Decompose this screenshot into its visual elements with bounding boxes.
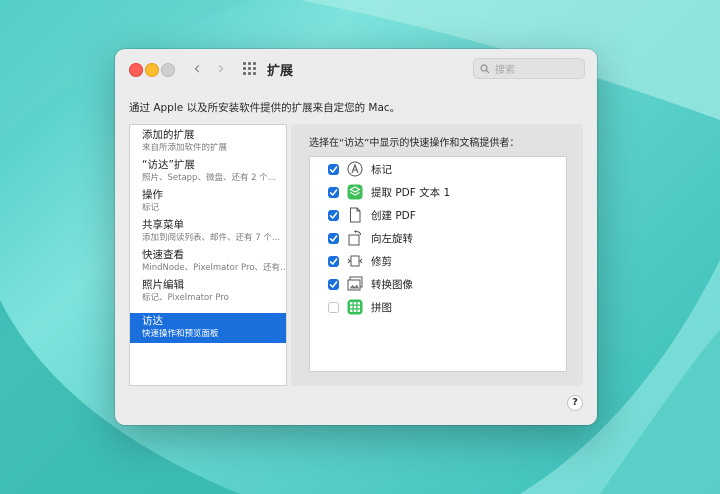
sidebar-item[interactable]: “访达”扩展照片、Setapp、微盘、还有 2 个…: [130, 157, 286, 187]
sidebar-item-title: 操作: [142, 189, 163, 201]
sidebar-item-title: 访达: [142, 315, 163, 327]
zoom-button[interactable]: [161, 63, 175, 77]
sidebar-item-subtitle: 来自所添加软件的扩展: [142, 143, 228, 153]
sidebar-item-title: 添加的扩展: [142, 129, 195, 141]
extension-row[interactable]: 创建 PDF: [310, 204, 566, 226]
extension-label: 提取 PDF 文本 1: [371, 186, 451, 199]
search-field[interactable]: 搜索: [473, 58, 585, 79]
minimize-button[interactable]: [145, 63, 159, 77]
close-button[interactable]: [129, 63, 143, 77]
extension-checkbox[interactable]: [328, 301, 339, 313]
extension-row[interactable]: 向左旋转: [310, 227, 566, 249]
sidebar-item-title: “访达”扩展: [142, 159, 195, 171]
show-all-grid-icon[interactable]: [243, 62, 257, 76]
sidebar-item-subtitle: 标记、Pixelmator Pro: [142, 293, 229, 303]
sidebar-item[interactable]: 照片编辑标记、Pixelmator Pro: [130, 277, 286, 307]
extension-checkbox[interactable]: [328, 232, 339, 244]
sidebar-item[interactable]: 快速查看 MindNode、Pixelmator Pro、还有…: [130, 247, 286, 277]
sidebar-item[interactable]: 操作 标记: [130, 187, 286, 217]
rotate-left-icon: [347, 230, 363, 246]
extension-checkbox[interactable]: [328, 186, 339, 198]
title-bar: ‹ › 扩展 搜索: [115, 49, 597, 89]
convert-image-icon: [347, 276, 363, 292]
sidebar-item-title: 照片编辑: [142, 279, 184, 291]
sidebar-item-subtitle: 快速操作和预览面板: [142, 329, 219, 339]
trim-icon: [347, 253, 363, 269]
extension-label: 转换图像: [371, 278, 413, 291]
extension-row[interactable]: 标记: [310, 158, 566, 180]
extension-label: 拼图: [371, 301, 392, 314]
extract-pdf-text-icon: [347, 184, 363, 200]
extension-label: 向左旋转: [371, 232, 413, 245]
extension-row[interactable]: 修剪: [310, 250, 566, 272]
sidebar-item[interactable]: 共享菜单添加到阅读列表、邮件、还有 7 个…: [130, 217, 286, 247]
help-button[interactable]: ?: [567, 395, 583, 411]
sidebar-item[interactable]: 添加的扩展来自所添加软件的扩展: [130, 127, 286, 157]
sidebar-item-subtitle: 添加到阅读列表、邮件、还有 7 个…: [142, 233, 281, 243]
extensions-list: 标记提取 PDF 文本 1 创建 PDF 向左旋转修剪转换图像拼图: [309, 156, 567, 372]
sidebar-item[interactable]: 访达快速操作和预览面板: [130, 313, 286, 343]
preferences-window: ‹ › 扩展 搜索 通过 Apple 以及所安装软件提供的扩展来自定您的 Mac…: [115, 49, 597, 425]
sidebar-item-subtitle: 照片、Setapp、微盘、还有 2 个…: [142, 173, 277, 183]
sidebar-item-title: 快速查看: [142, 249, 184, 261]
sidebar-item-title: 共享菜单: [142, 219, 184, 231]
forward-chevron-icon[interactable]: ›: [211, 58, 231, 80]
panel-label: 选择在“访达”中显示的快速操作和文稿提供者：: [309, 138, 520, 149]
sidebar-item-subtitle: MindNode、Pixelmator Pro、还有…: [142, 263, 286, 273]
extension-row[interactable]: 拼图: [310, 296, 566, 318]
extension-row[interactable]: 提取 PDF 文本 1: [310, 181, 566, 203]
extension-label: 标记: [371, 163, 392, 176]
extension-checkbox[interactable]: [328, 209, 339, 221]
markup-icon: [347, 161, 363, 177]
search-placeholder: 搜索: [495, 65, 515, 76]
window-title: 扩展: [267, 64, 294, 79]
extension-checkbox[interactable]: [328, 163, 339, 175]
sidebar-item-subtitle: 标记: [142, 203, 160, 213]
pane-description: 通过 Apple 以及所安装软件提供的扩展来自定您的 Mac。: [129, 102, 401, 114]
back-chevron-icon[interactable]: ‹: [187, 58, 207, 80]
extension-row[interactable]: 转换图像: [310, 273, 566, 295]
extension-label: 修剪: [371, 255, 392, 268]
extension-checkbox[interactable]: [328, 278, 339, 290]
extension-checkbox[interactable]: [328, 255, 339, 267]
extension-label: 创建 PDF: [371, 209, 416, 222]
extensions-sidebar: 添加的扩展 来自所添加软件的扩展 “访达”扩展 照片、Setapp、微盘、还有 2 个…: [129, 124, 287, 386]
search-icon: [480, 63, 490, 73]
grid-app-icon: [347, 299, 363, 315]
extensions-detail-panel: 选择在“访达”中显示的快速操作和文稿提供者： 标记提取 PDF 文本 1 创建 P…: [291, 124, 583, 386]
create-pdf-icon: [347, 207, 363, 223]
